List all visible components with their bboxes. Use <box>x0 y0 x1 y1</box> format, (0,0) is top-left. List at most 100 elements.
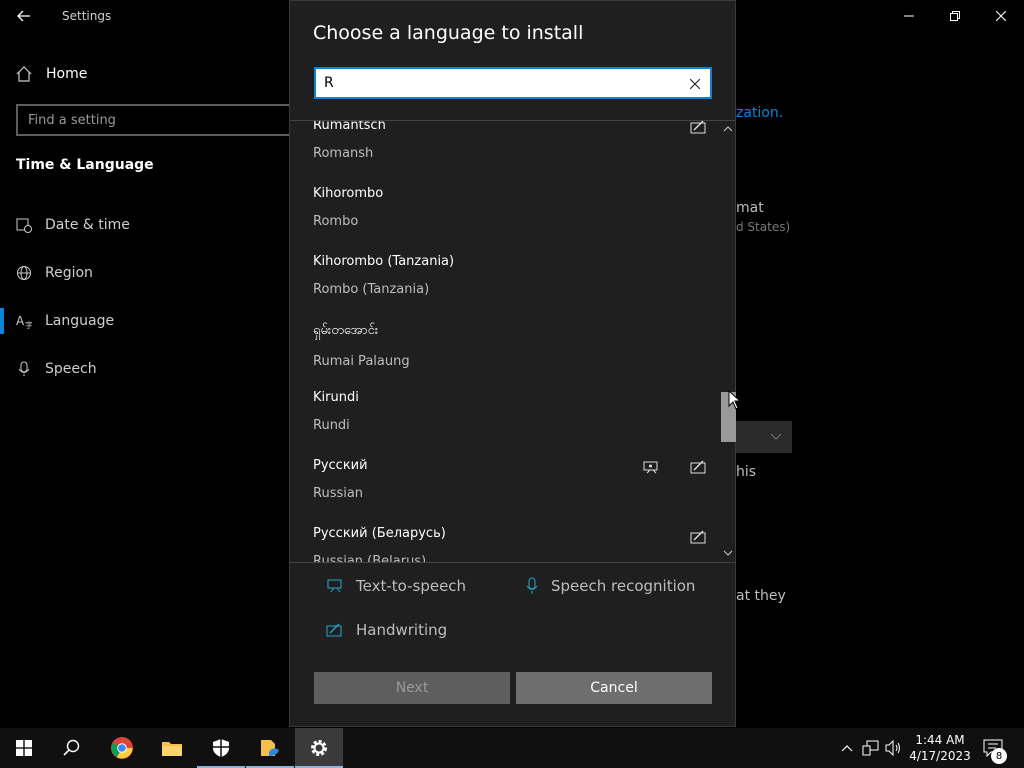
minimize-button[interactable] <box>886 0 932 32</box>
chevron-up-icon <box>841 745 853 752</box>
legend-speech-recognition: Speech recognition <box>525 577 695 595</box>
list-item[interactable]: Русский Russian <box>290 458 718 526</box>
language-english-name: Russian (Belarus) <box>313 554 427 563</box>
language-native-name: ရှမ်းတအောင်း <box>313 323 379 338</box>
home-label: Home <box>46 66 88 82</box>
handwriting-icon <box>690 121 706 134</box>
language-native-name: Русский <box>313 458 368 473</box>
chevron-down-icon <box>770 433 782 440</box>
handwriting-icon <box>326 623 342 637</box>
scroll-down-icon[interactable] <box>723 549 733 557</box>
language-list[interactable]: Rumantsch Romansh Kihorombo Rombo Kihoro… <box>290 120 736 563</box>
calendar-clock-icon <box>16 218 32 233</box>
handwriting-icon <box>690 460 706 474</box>
search-button[interactable] <box>48 728 96 768</box>
handwriting-icon <box>690 530 706 544</box>
clear-search-button[interactable] <box>686 75 704 93</box>
folder-icon <box>162 742 182 756</box>
section-title: Time & Language <box>16 157 154 173</box>
background-dropdown <box>736 421 792 453</box>
list-item[interactable]: ရှမ်းတအောင်း Rumai Palaung <box>290 322 718 390</box>
windows-logo-icon <box>16 740 32 756</box>
sidebar-item-speech[interactable]: Speech <box>16 355 97 383</box>
svg-text:字: 字 <box>25 320 32 329</box>
home-icon <box>16 66 32 82</box>
taskbar-clock[interactable]: 1:44 AM 4/17/2023 <box>905 732 975 764</box>
gear-icon <box>311 740 327 756</box>
language-english-name: Romansh <box>313 146 374 161</box>
svg-text:A: A <box>16 314 25 328</box>
legend-label: Handwriting <box>356 621 448 639</box>
language-native-name: Русский (Беларусь) <box>313 526 446 541</box>
text-to-speech-icon <box>643 461 658 474</box>
network-tray-button[interactable] <box>861 728 881 768</box>
security-taskbar-button[interactable] <box>197 728 245 768</box>
minimize-icon <box>904 15 914 17</box>
scroll-up-icon[interactable] <box>723 125 733 133</box>
list-item[interactable]: Kihorombo Rombo <box>290 186 718 254</box>
sticky-notes-icon <box>261 740 279 756</box>
start-button[interactable] <box>0 728 48 768</box>
background-text: mat <box>736 200 764 216</box>
notification-count-badge: 8 <box>991 748 1007 764</box>
language-native-name: Kirundi <box>313 390 359 405</box>
volume-tray-button[interactable] <box>884 728 904 768</box>
sidebar-item-region[interactable]: Region <box>16 259 93 287</box>
close-icon <box>996 11 1006 21</box>
network-icon <box>862 740 879 756</box>
background-text: his <box>736 464 757 480</box>
list-item[interactable]: Rumantsch Romansh <box>290 120 718 186</box>
language-native-name: Rumantsch <box>313 120 386 133</box>
find-setting-input[interactable]: Find a setting <box>16 104 296 136</box>
close-icon <box>690 79 700 89</box>
list-item[interactable]: Kihorombo (Tanzania) Rombo (Tanzania) <box>290 254 718 322</box>
legend-label: Text-to-speech <box>356 577 467 595</box>
microphone-icon <box>526 577 538 594</box>
settings-taskbar-button[interactable] <box>295 728 343 768</box>
list-item[interactable]: Русский (Беларусь) Russian (Belarus) <box>290 526 718 563</box>
show-hidden-icons-button[interactable] <box>838 728 856 768</box>
globe-icon <box>17 266 31 280</box>
file-explorer-taskbar-button[interactable] <box>148 728 196 768</box>
sidebar-item-date-time[interactable]: Date & time <box>16 211 130 239</box>
language-search-input[interactable] <box>316 70 676 96</box>
scrollbar[interactable] <box>718 121 736 562</box>
sidebar-item-label: Language <box>45 313 115 329</box>
back-button[interactable] <box>10 4 38 28</box>
chrome-icon <box>111 737 133 759</box>
list-item[interactable]: Kirundi Rundi <box>290 390 718 458</box>
next-button[interactable]: Next <box>314 672 510 704</box>
active-indicator <box>0 308 4 334</box>
close-window-button[interactable] <box>978 0 1024 32</box>
language-english-name: Rumai Palaung <box>313 354 410 369</box>
text-to-speech-icon <box>327 579 342 593</box>
legend-handwriting: Handwriting <box>326 621 447 639</box>
shield-icon <box>213 739 229 757</box>
background-text: zation. <box>736 105 784 121</box>
sidebar-item-language[interactable]: A字 Language <box>16 307 114 335</box>
clock-date: 4/17/2023 <box>909 749 971 763</box>
language-native-name: Kihorombo <box>313 186 384 201</box>
sidebar-home[interactable]: Home <box>16 62 87 86</box>
restore-button[interactable] <box>932 0 978 32</box>
language-english-name: Rombo <box>313 214 359 229</box>
choose-language-dialog: Choose a language to install Rumantsch R… <box>289 0 736 727</box>
taskbar: 1:44 AM 4/17/2023 <box>0 728 1024 768</box>
microphone-icon <box>18 361 30 376</box>
legend-label: Speech recognition <box>551 577 696 595</box>
dialog-title: Choose a language to install <box>313 22 584 44</box>
cancel-button[interactable]: Cancel <box>516 672 712 704</box>
language-english-name: Rundi <box>313 418 350 433</box>
chrome-taskbar-button[interactable] <box>98 728 146 768</box>
language-native-name: Kihorombo (Tanzania) <box>313 254 455 269</box>
sidebar-item-label: Date & time <box>45 217 130 233</box>
mouse-cursor-icon <box>728 390 742 410</box>
notes-taskbar-button[interactable] <box>246 728 294 768</box>
language-search-field[interactable] <box>314 67 712 99</box>
back-arrow-icon <box>17 10 30 22</box>
window-title: Settings <box>62 9 112 23</box>
background-text: d States) <box>736 220 791 234</box>
background-text: at they <box>736 588 786 604</box>
legend-text-to-speech: Text-to-speech <box>326 577 466 595</box>
sidebar-item-label: Region <box>45 265 93 281</box>
